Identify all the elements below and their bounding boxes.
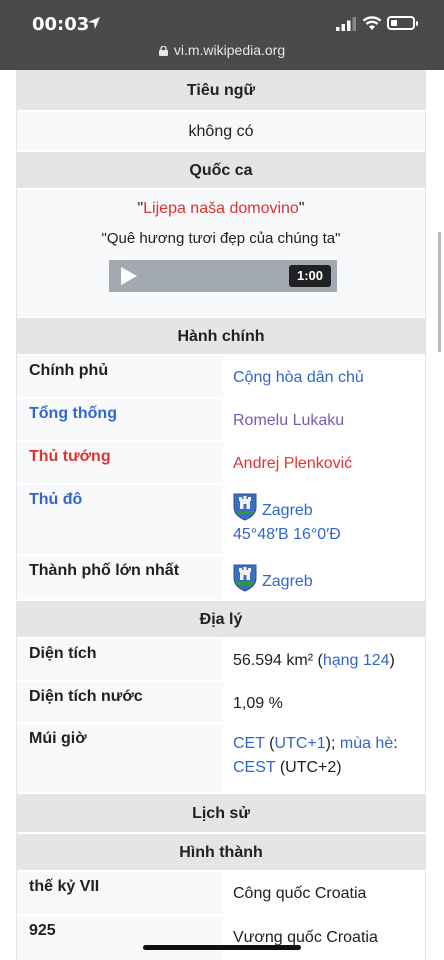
play-icon[interactable] (121, 267, 137, 285)
battery-icon (387, 16, 418, 30)
area-value: 56.594 km² ( (233, 652, 323, 669)
lock-icon (158, 46, 168, 56)
president-row: Tổng thống Romelu Lukaku (17, 399, 425, 442)
status-bar: 00:03 (0, 0, 444, 44)
wifi-icon (362, 16, 382, 30)
history-row: thế kỷ VII Công quốc Croatia (17, 872, 425, 916)
browser-top-bar: 00:03 vi.m.wikipedia.org (0, 0, 444, 70)
scrollbar[interactable] (438, 232, 441, 352)
coat-of-arms-icon (233, 493, 257, 521)
tz-cest-link[interactable]: CEST (233, 759, 275, 776)
history-date-label: 925 (17, 916, 223, 960)
capital-coordinates-link[interactable]: 45°48′B 16°0′Đ (233, 526, 341, 543)
president-value-link[interactable]: Romelu Lukaku (233, 412, 344, 429)
history-event-value: Công quốc Croatia (233, 885, 367, 902)
timezone-label: Múi giờ (17, 724, 223, 792)
audio-player[interactable]: 1:00 (109, 260, 337, 292)
water-value: 1,09 % (233, 695, 283, 712)
prime-minister-label-link[interactable]: Thủ tướng (17, 442, 223, 483)
cellular-signal-icon (336, 17, 356, 31)
anthem-title-link[interactable]: Lijepa naša domovino (143, 200, 299, 217)
area-close: ) (389, 652, 395, 669)
status-time: 00:03 (32, 14, 90, 35)
government-label: Chính phủ (17, 356, 223, 397)
motto-header: Tiêu ngữ (17, 70, 425, 112)
geography-header: Địa lý (17, 601, 425, 639)
history-row: 925 Vương quốc Croatia (17, 916, 425, 960)
location-arrow-icon (88, 17, 100, 29)
tz-utc1-link[interactable]: UTC+1 (275, 735, 326, 752)
anthem-header: Quốc ca (17, 152, 425, 190)
tz-colon: : (393, 735, 398, 752)
government-value-link[interactable]: Cộng hòa dân chủ (233, 369, 364, 386)
anthem-translation: "Quê hương tươi đẹp của chúng ta" (101, 230, 341, 247)
tz-summer-link[interactable]: mùa hè (340, 735, 393, 752)
tz-open: ( (264, 735, 275, 752)
largest-city-label: Thành phố lớn nhất (17, 556, 223, 599)
audio-duration: 1:00 (289, 265, 331, 287)
quote-close: " (298, 200, 305, 217)
area-row: Diện tích 56.594 km² (hạng 124) (17, 639, 425, 682)
motto-value: không có (17, 112, 425, 152)
anthem-title-line: "Lijepa naša domovino" (17, 200, 425, 218)
president-label-link[interactable]: Tổng thống (17, 399, 223, 440)
prime-minister-value-link[interactable]: Andrej Plenković (233, 455, 352, 472)
water-row: Diện tích nước 1,09 % (17, 682, 425, 724)
url-text: vi.m.wikipedia.org (173, 42, 286, 58)
capital-row: Thủ đô Zagreb 45°48′B 16°0′Đ (17, 485, 425, 556)
home-indicator[interactable] (143, 945, 301, 950)
timezone-row: Múi giờ CET (UTC+1); mùa hè: CEST (UTC+2… (17, 724, 425, 794)
address-bar[interactable]: vi.m.wikipedia.org (0, 42, 444, 64)
largest-city-row: Thành phố lớn nhất Zagreb (17, 556, 425, 601)
capital-label-link[interactable]: Thủ đô (17, 485, 223, 554)
tz-cet-link[interactable]: CET (233, 735, 265, 752)
formation-subheader: Hình thành (17, 834, 425, 872)
area-label: Diện tích (17, 639, 223, 680)
government-row: Chính phủ Cộng hòa dân chủ (17, 356, 425, 399)
tz-utc2: (UTC+2) (275, 759, 342, 776)
coat-of-arms-icon (233, 564, 257, 592)
anthem-section: "Lijepa naša domovino" "Quê hương tươi đ… (17, 190, 425, 318)
history-event-value: Vương quốc Croatia (233, 929, 378, 946)
government-header: Hành chính (17, 318, 425, 356)
largest-city-value-link[interactable]: Zagreb (262, 573, 313, 590)
history-date-label: thế kỷ VII (17, 872, 223, 914)
tz-close: ); (325, 735, 336, 752)
infobox: Tiêu ngữ không có Quốc ca "Lijepa naša d… (16, 70, 426, 960)
area-rank-link[interactable]: hạng 124 (323, 652, 390, 669)
water-label: Diện tích nước (17, 682, 223, 722)
prime-minister-row: Thủ tướng Andrej Plenković (17, 442, 425, 485)
capital-value-link[interactable]: Zagreb (262, 502, 313, 519)
history-header: Lịch sử (17, 794, 425, 834)
